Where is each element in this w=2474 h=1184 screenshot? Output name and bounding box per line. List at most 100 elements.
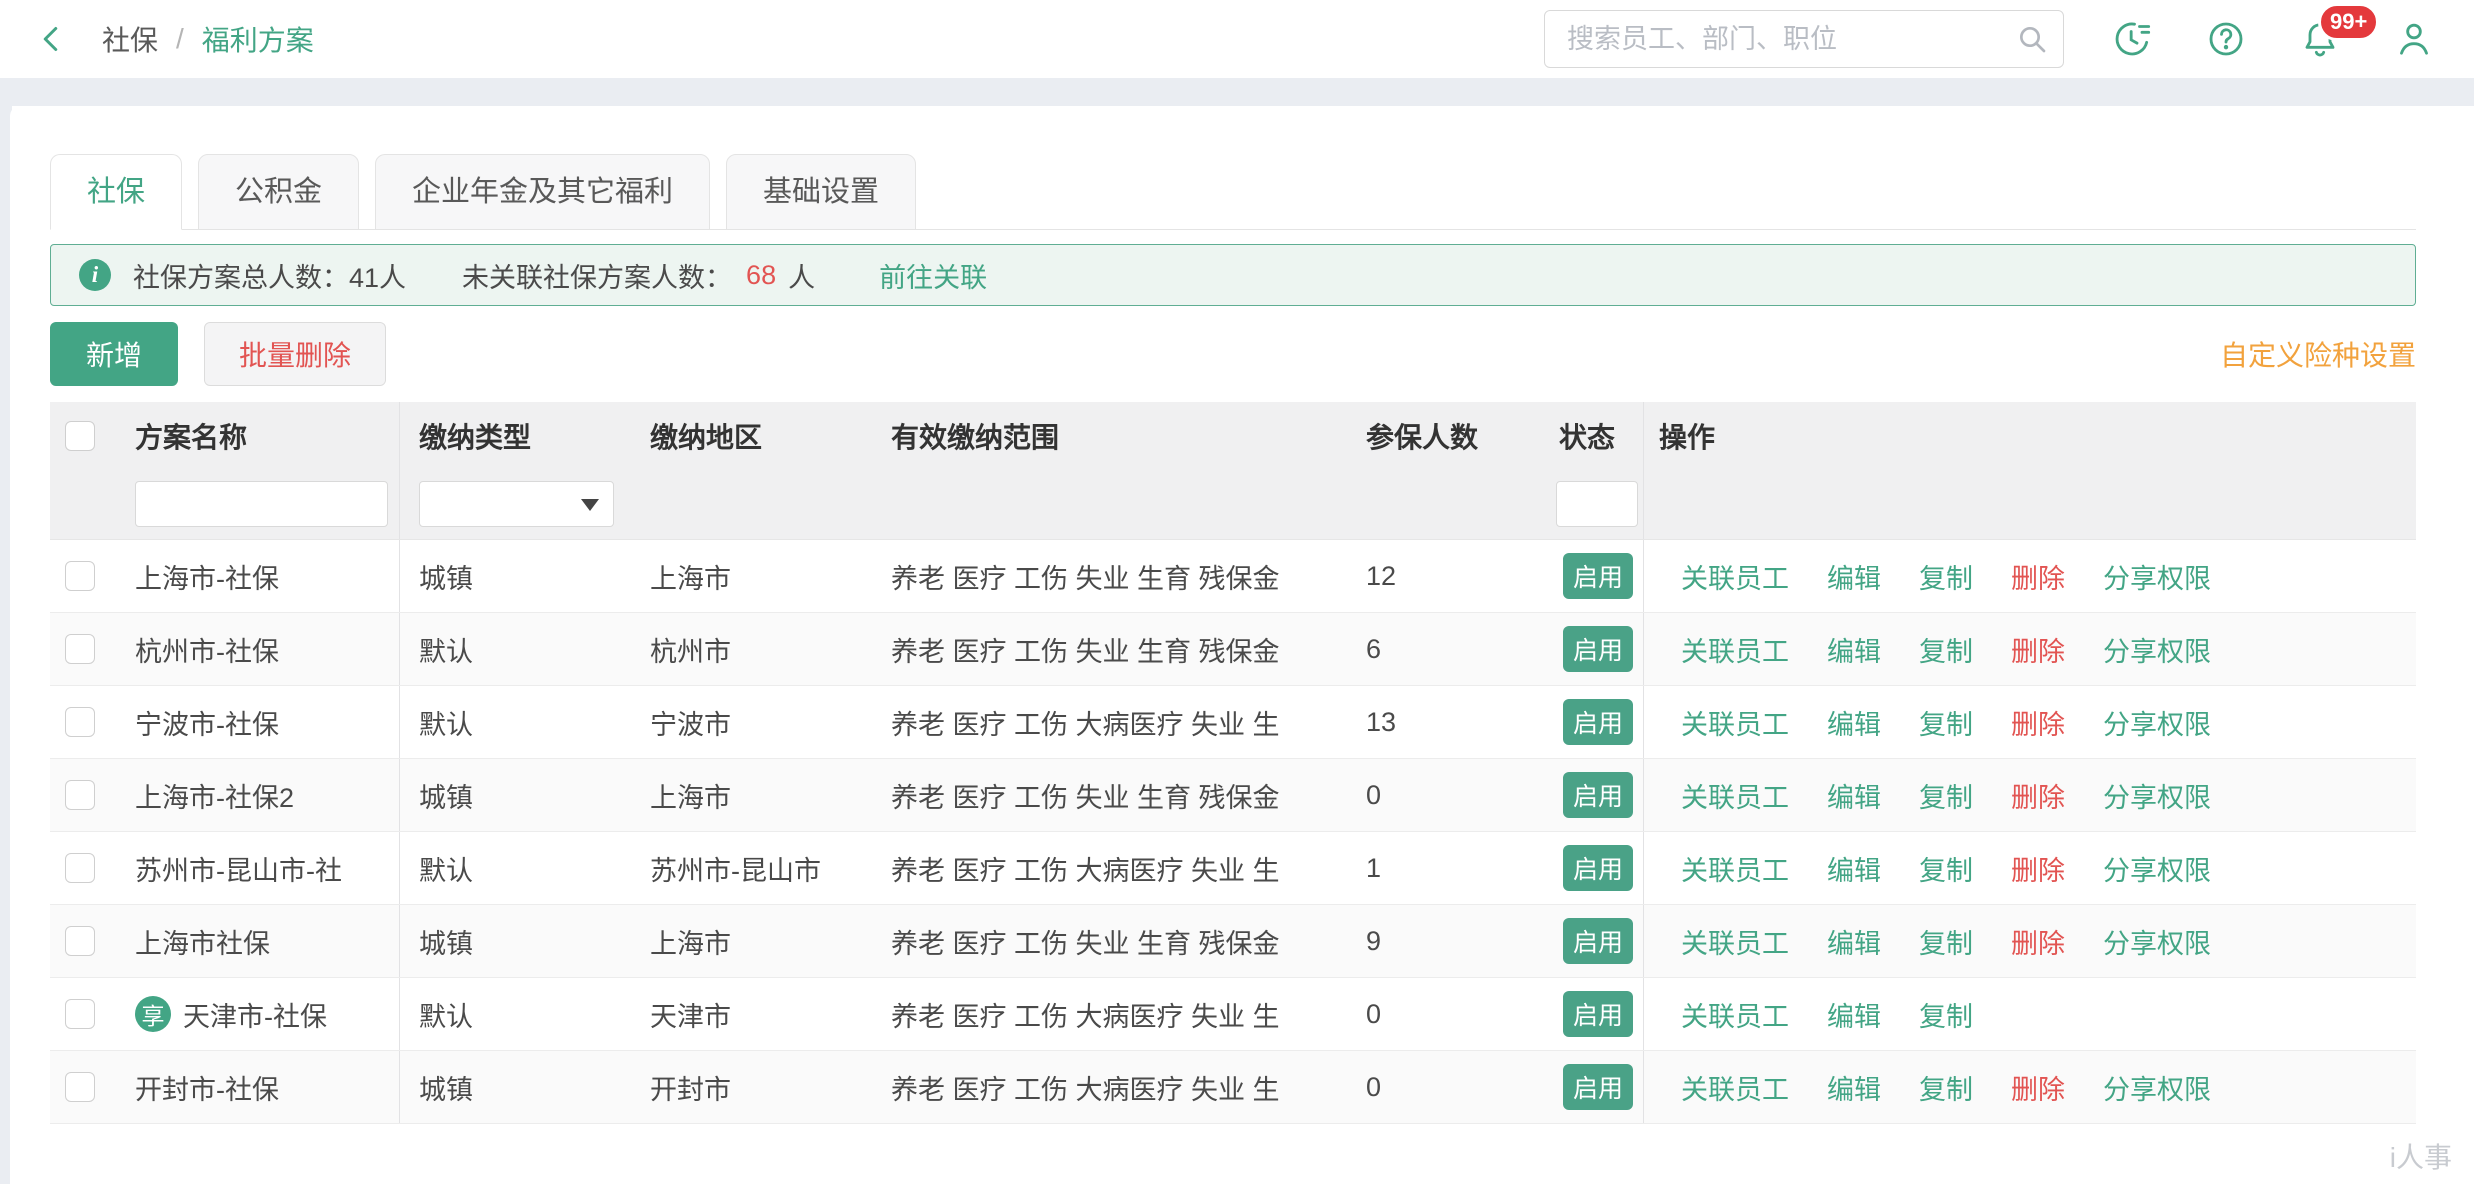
help-icon[interactable] <box>2206 19 2246 59</box>
copy-action-link[interactable]: 复制 <box>1919 630 1973 669</box>
delete-action-link[interactable]: 删除 <box>2011 922 2065 961</box>
copy-action-link[interactable]: 复制 <box>1919 703 1973 742</box>
notifications-button[interactable]: 99+ <box>2300 19 2340 59</box>
table-row: 上海市-社保城镇上海市养老 医疗 工伤 失业 生育 残保金12启用关联员工编辑复… <box>50 540 2416 613</box>
add-button[interactable]: 新增 <box>50 322 178 386</box>
history-clock-icon[interactable] <box>2112 19 2152 59</box>
edit-action-link[interactable]: 编辑 <box>1827 849 1881 888</box>
col-header-region: 缴纳地区 <box>640 402 880 469</box>
row-checkbox[interactable] <box>65 561 95 591</box>
insured-count-cell: 1 <box>1345 832 1537 904</box>
table-row: 杭州市-社保默认杭州市养老 医疗 工伤 失业 生育 残保金6启用关联员工编辑复制… <box>50 613 2416 686</box>
copy-action-link[interactable]: 复制 <box>1919 995 1973 1034</box>
row-checkbox[interactable] <box>65 780 95 810</box>
share-action-link[interactable]: 分享权限 <box>2103 630 2211 669</box>
user-icon[interactable] <box>2394 19 2434 59</box>
edit-action-link[interactable]: 编辑 <box>1827 703 1881 742</box>
table-row: 享天津市-社保默认天津市养老 医疗 工伤 大病医疗 失业 生0启用关联员工编辑复… <box>50 978 2416 1051</box>
region-cell: 苏州市-昆山市 <box>640 832 880 904</box>
tab-bar: 社保公积金企业年金及其它福利基础设置 <box>50 106 2416 230</box>
copy-action-link[interactable]: 复制 <box>1919 1068 1973 1107</box>
custom-insurance-settings-link[interactable]: 自定义险种设置 <box>2220 334 2416 374</box>
copy-action-link[interactable]: 复制 <box>1919 776 1973 815</box>
region-cell: 上海市 <box>640 759 880 831</box>
pay-type-filter-select[interactable] <box>419 481 614 527</box>
edit-action-link[interactable]: 编辑 <box>1827 630 1881 669</box>
delete-action-link[interactable]: 删除 <box>2011 1068 2065 1107</box>
back-button[interactable] <box>32 19 72 59</box>
go-relate-link[interactable]: 前往关联 <box>879 256 987 295</box>
tab-housing-fund[interactable]: 公积金 <box>198 154 359 230</box>
table-body: 上海市-社保城镇上海市养老 医疗 工伤 失业 生育 残保金12启用关联员工编辑复… <box>50 540 2416 1124</box>
status-badge: 启用 <box>1563 553 1633 599</box>
col-header-insured: 参保人数 <box>1345 402 1537 469</box>
relate-action-link[interactable]: 关联员工 <box>1681 1068 1789 1107</box>
relate-action-link[interactable]: 关联员工 <box>1681 630 1789 669</box>
plan-name-cell: 宁波市-社保 <box>110 686 400 758</box>
share-action-link[interactable]: 分享权限 <box>2103 922 2211 961</box>
delete-action-link[interactable]: 删除 <box>2011 776 2065 815</box>
copy-action-link[interactable]: 复制 <box>1919 849 1973 888</box>
relate-action-link[interactable]: 关联员工 <box>1681 776 1789 815</box>
plan-name-cell: 上海市社保 <box>110 905 400 977</box>
pay-type-cell: 城镇 <box>400 540 640 612</box>
plan-name: 宁波市-社保 <box>135 703 279 742</box>
relate-action-link[interactable]: 关联员工 <box>1681 703 1789 742</box>
row-checkbox[interactable] <box>65 634 95 664</box>
share-action-link[interactable]: 分享权限 <box>2103 849 2211 888</box>
status-badge: 启用 <box>1563 772 1633 818</box>
share-action-link[interactable]: 分享权限 <box>2103 557 2211 596</box>
row-checkbox[interactable] <box>65 926 95 956</box>
relate-action-link[interactable]: 关联员工 <box>1681 849 1789 888</box>
plan-name-cell: 享天津市-社保 <box>110 978 400 1050</box>
delete-action-link[interactable]: 删除 <box>2011 557 2065 596</box>
share-action-link[interactable]: 分享权限 <box>2103 776 2211 815</box>
pay-type-cell: 城镇 <box>400 905 640 977</box>
pay-type-cell: 城镇 <box>400 1051 640 1123</box>
status-filter-input[interactable] <box>1556 481 1638 527</box>
batch-delete-button[interactable]: 批量删除 <box>204 322 386 386</box>
search-icon[interactable] <box>2016 23 2048 55</box>
total-count-label: 社保方案总人数： <box>133 256 349 295</box>
tab-social-insurance[interactable]: 社保 <box>50 154 182 230</box>
delete-action-link[interactable]: 删除 <box>2011 703 2065 742</box>
plans-table: 方案名称 缴纳类型 缴纳地区 有效缴纳范围 参保人数 状态 操作 <box>50 402 2416 1124</box>
copy-action-link[interactable]: 复制 <box>1919 557 1973 596</box>
row-checkbox[interactable] <box>65 1072 95 1102</box>
relate-action-link[interactable]: 关联员工 <box>1681 922 1789 961</box>
status-cell: 启用 <box>1537 613 1643 685</box>
insured-count-cell: 6 <box>1345 613 1537 685</box>
delete-action-link[interactable]: 删除 <box>2011 849 2065 888</box>
search-input[interactable] <box>1544 10 2064 68</box>
pay-type-cell: 默认 <box>400 832 640 904</box>
share-action-link[interactable]: 分享权限 <box>2103 703 2211 742</box>
edit-action-link[interactable]: 编辑 <box>1827 1068 1881 1107</box>
edit-action-link[interactable]: 编辑 <box>1827 557 1881 596</box>
status-badge: 启用 <box>1563 699 1633 745</box>
edit-action-link[interactable]: 编辑 <box>1827 995 1881 1034</box>
status-cell: 启用 <box>1537 759 1643 831</box>
plan-name: 上海市-社保2 <box>135 776 294 815</box>
region-cell: 上海市 <box>640 540 880 612</box>
name-filter-input[interactable] <box>135 481 388 527</box>
relate-action-link[interactable]: 关联员工 <box>1681 995 1789 1034</box>
edit-action-link[interactable]: 编辑 <box>1827 922 1881 961</box>
relate-action-link[interactable]: 关联员工 <box>1681 557 1789 596</box>
row-checkbox[interactable] <box>65 707 95 737</box>
select-all-checkbox[interactable] <box>65 421 95 451</box>
plan-name: 苏州市-昆山市-社 <box>135 849 342 888</box>
status-badge: 启用 <box>1563 845 1633 891</box>
page: 社保 / 福利方案 99+ <box>0 0 2474 1184</box>
share-action-link[interactable]: 分享权限 <box>2103 1068 2211 1107</box>
copy-action-link[interactable]: 复制 <box>1919 922 1973 961</box>
tab-basic-settings[interactable]: 基础设置 <box>726 154 916 230</box>
delete-action-link[interactable]: 删除 <box>2011 630 2065 669</box>
actions-cell: 关联员工编辑复制删除分享权限 <box>1643 759 2416 831</box>
breadcrumb-parent[interactable]: 社保 <box>102 19 158 59</box>
row-checkbox[interactable] <box>65 999 95 1029</box>
actions-cell: 关联员工编辑复制删除分享权限 <box>1643 540 2416 612</box>
row-checkbox[interactable] <box>65 853 95 883</box>
edit-action-link[interactable]: 编辑 <box>1827 776 1881 815</box>
tab-annuity-other-benefits[interactable]: 企业年金及其它福利 <box>375 154 710 230</box>
plan-name: 上海市社保 <box>135 922 270 961</box>
